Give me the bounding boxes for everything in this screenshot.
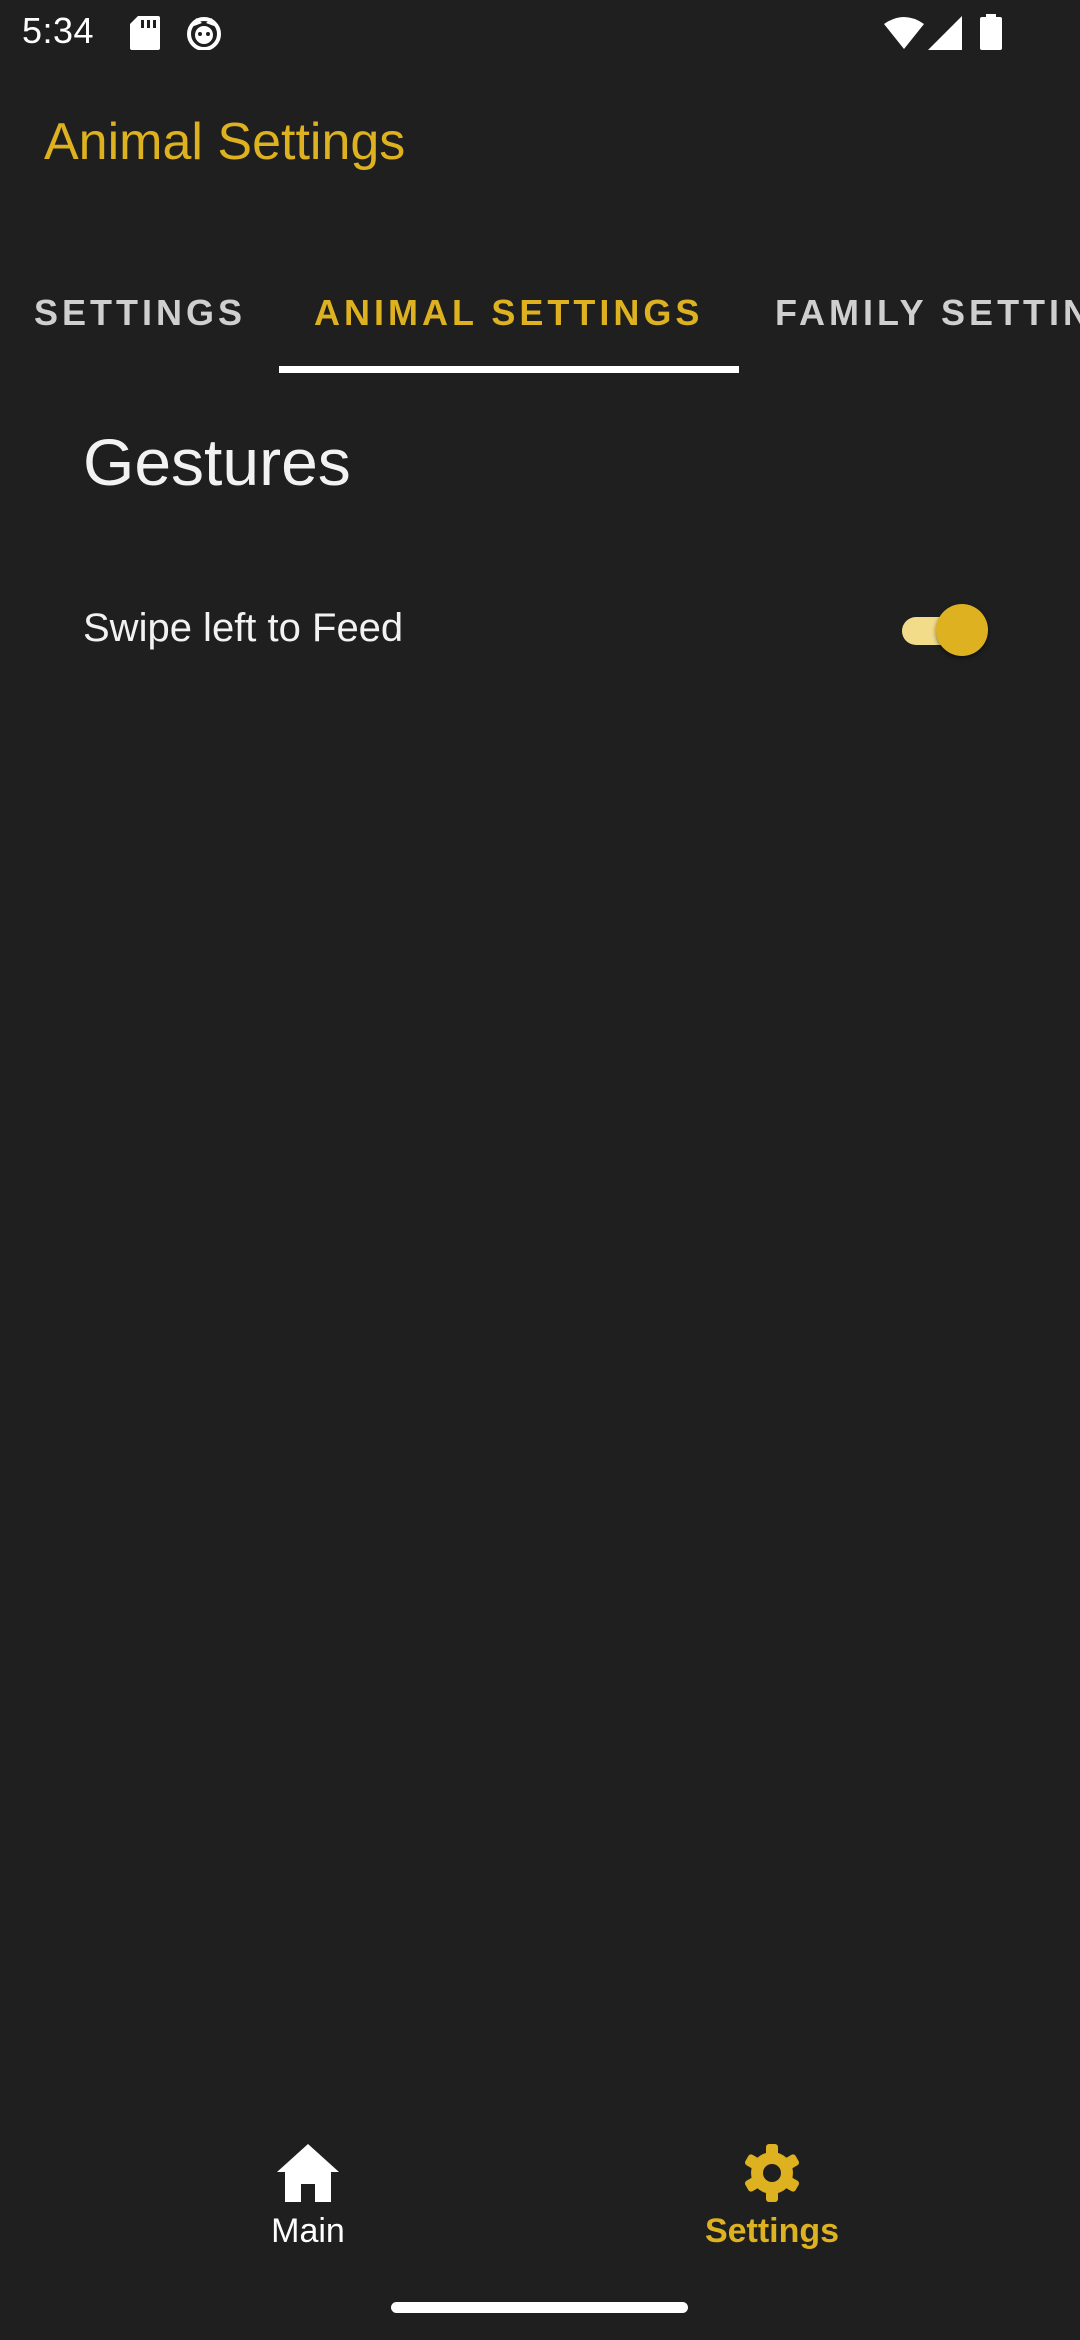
battery-icon	[980, 14, 1002, 50]
preference-swipe-left-to-feed[interactable]: Swipe left to Feed	[0, 580, 1080, 680]
nav-label-main: Main	[271, 2212, 345, 2250]
nav-item-main[interactable]: Main	[158, 2118, 458, 2268]
sd-card-icon	[130, 16, 160, 50]
home-icon	[277, 2144, 339, 2202]
wifi-icon	[884, 17, 924, 49]
tab-family-settings[interactable]: FAMILY SETTIN	[775, 250, 1080, 376]
page-title: Animal Settings	[44, 113, 406, 171]
tab-animal-settings[interactable]: ANIMAL SETTINGS	[314, 250, 703, 376]
swipe-feed-toggle-switch[interactable]	[896, 602, 996, 658]
status-time: 5:34	[22, 10, 95, 51]
nav-label-settings: Settings	[704, 2212, 840, 2250]
preference-label: Swipe left to Feed	[83, 606, 404, 650]
switch-thumb	[936, 604, 988, 656]
nav-item-settings[interactable]: Settings	[622, 2118, 922, 2268]
cell-signal-icon	[928, 16, 962, 50]
tab-bar: SETTINGS ANIMAL SETTINGS FAMILY SETTIN	[0, 250, 1080, 376]
gear-icon	[744, 2144, 800, 2202]
tab-selected-indicator	[279, 366, 739, 373]
screen: 5:34 Animal Settings SETTINGS ANIMAL SET…	[0, 0, 1080, 2340]
gesture-navigation-bar[interactable]	[391, 2302, 688, 2313]
status-bar: 5:34	[0, 0, 1080, 66]
tab-settings[interactable]: SETTINGS	[34, 250, 246, 376]
section-title-gestures: Gestures	[83, 425, 351, 499]
bottom-navigation: Main Settings	[0, 2118, 1080, 2268]
cat-notification-icon	[187, 17, 221, 50]
